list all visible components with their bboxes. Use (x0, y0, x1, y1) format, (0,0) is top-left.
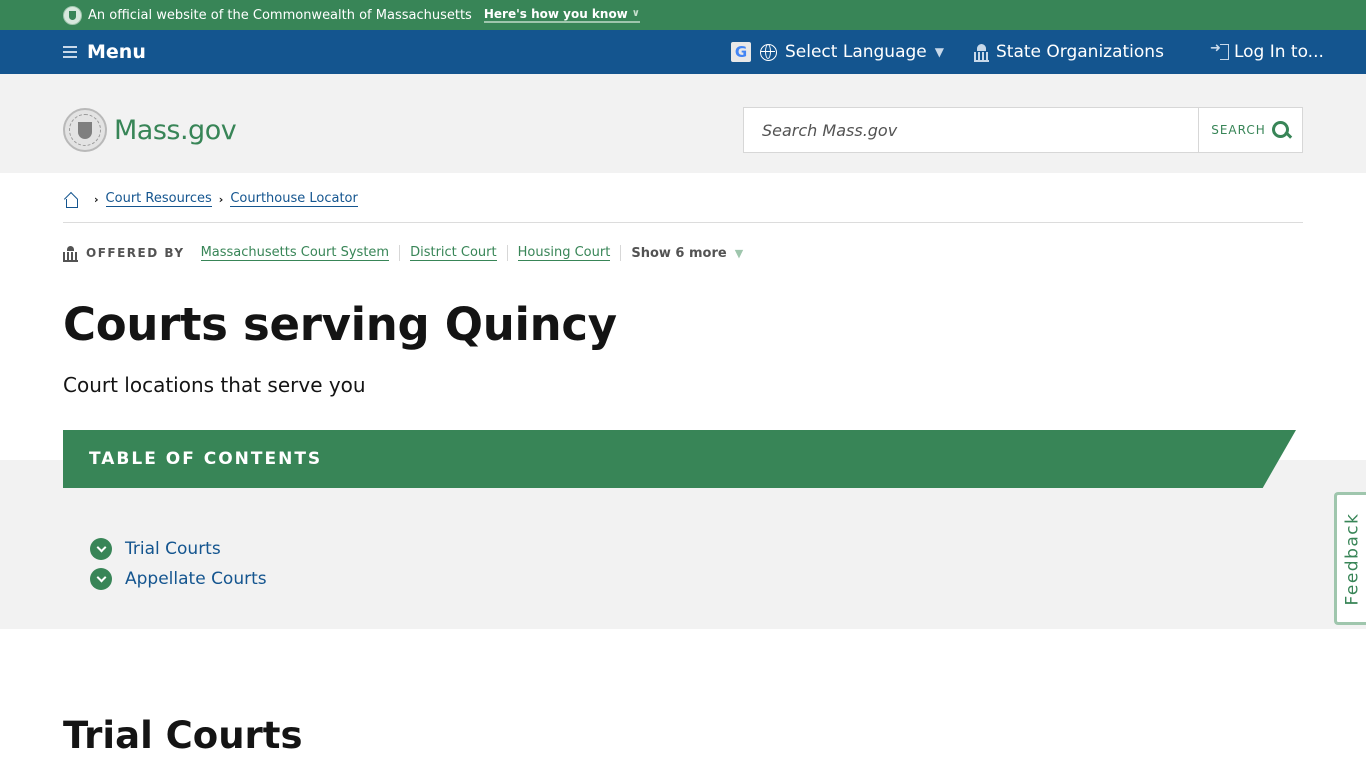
page-subtitle: Court locations that serve you (63, 373, 366, 397)
chevron-down-circle-icon (90, 538, 112, 560)
home-icon[interactable] (63, 192, 79, 208)
chevron-down-icon: ▼ (934, 45, 944, 59)
site-header: Mass.gov SEARCH (0, 74, 1366, 173)
search-input[interactable] (744, 108, 1198, 152)
building-icon (973, 44, 989, 62)
utility-nav: Menu G Select Language ▼ State Organizat… (0, 30, 1366, 74)
chevron-down-icon: ∨ (631, 8, 640, 19)
breadcrumb: › Court Resources › Courthouse Locator (63, 191, 358, 208)
official-banner: An official website of the Commonwealth … (0, 0, 1366, 30)
state-seal-icon (63, 108, 107, 152)
offered-by-label: OFFERED BY (86, 246, 185, 260)
toc-link-trial-courts[interactable]: Trial Courts (125, 539, 221, 559)
login-label: Log In to... (1233, 42, 1324, 62)
menu-button[interactable]: Menu (63, 41, 146, 63)
feedback-label: Feedback (1342, 512, 1363, 605)
select-language-dropdown[interactable]: Select Language ▼ (760, 42, 944, 62)
show-more-button[interactable]: Show 6 more ▼ (631, 246, 743, 261)
chevron-right-icon: › (218, 192, 224, 206)
org-link-massachusetts-court-system[interactable]: Massachusetts Court System (200, 245, 390, 261)
search-button-label: SEARCH (1211, 123, 1266, 137)
heres-how-you-know-link[interactable]: Here's how you know ∨ (483, 7, 640, 23)
toc-header: TABLE OF CONTENTS (63, 430, 1296, 488)
select-language-label: Select Language (785, 42, 927, 62)
breadcrumb-court-resources[interactable]: Court Resources (105, 191, 212, 207)
heres-how-you-know-label: Here's how you know (483, 7, 628, 21)
divider (63, 222, 1303, 223)
show-more-label: Show 6 more (631, 245, 727, 261)
feedback-tab[interactable]: Feedback (1334, 492, 1366, 625)
utility-nav-right: G Select Language ▼ State Organizations … (731, 41, 1324, 62)
menu-label: Menu (87, 41, 146, 63)
logo-text: Mass.gov (114, 114, 237, 146)
org-link-district-court[interactable]: District Court (410, 245, 497, 261)
section-title-trial-courts: Trial Courts (63, 714, 303, 757)
toc-link-appellate-courts[interactable]: Appellate Courts (125, 569, 267, 589)
chevron-right-icon: › (94, 192, 99, 206)
building-icon (63, 245, 78, 262)
chevron-down-circle-icon (90, 568, 112, 590)
chevron-down-icon: ▼ (734, 246, 744, 260)
globe-icon (760, 43, 777, 61)
search-button[interactable]: SEARCH (1198, 108, 1302, 152)
hamburger-icon (63, 46, 77, 58)
login-button[interactable]: Log In to... (1210, 41, 1324, 62)
toc-list: Trial Courts Appellate Courts (90, 534, 267, 594)
toc-title: TABLE OF CONTENTS (89, 449, 323, 469)
offered-by: OFFERED BY Massachusetts Court System Di… (63, 245, 743, 262)
separator (399, 245, 401, 261)
separator (620, 245, 622, 261)
org-link-housing-court[interactable]: Housing Court (517, 245, 611, 261)
official-banner-text: An official website of the Commonwealth … (88, 7, 472, 23)
state-organizations-button[interactable]: State Organizations (944, 42, 1164, 62)
separator (506, 245, 508, 261)
mass-gov-logo-link[interactable]: Mass.gov (63, 108, 237, 152)
page-title: Courts serving Quincy (63, 298, 617, 351)
search-icon (1271, 121, 1290, 139)
state-seal-icon (63, 5, 82, 25)
login-icon (1210, 41, 1229, 60)
state-organizations-label: State Organizations (995, 42, 1164, 62)
toc-item: Trial Courts (90, 534, 267, 564)
search-form: SEARCH (743, 107, 1303, 153)
breadcrumb-courthouse-locator[interactable]: Courthouse Locator (230, 191, 358, 207)
google-translate-icon: G (731, 42, 751, 62)
toc-item: Appellate Courts (90, 564, 267, 594)
